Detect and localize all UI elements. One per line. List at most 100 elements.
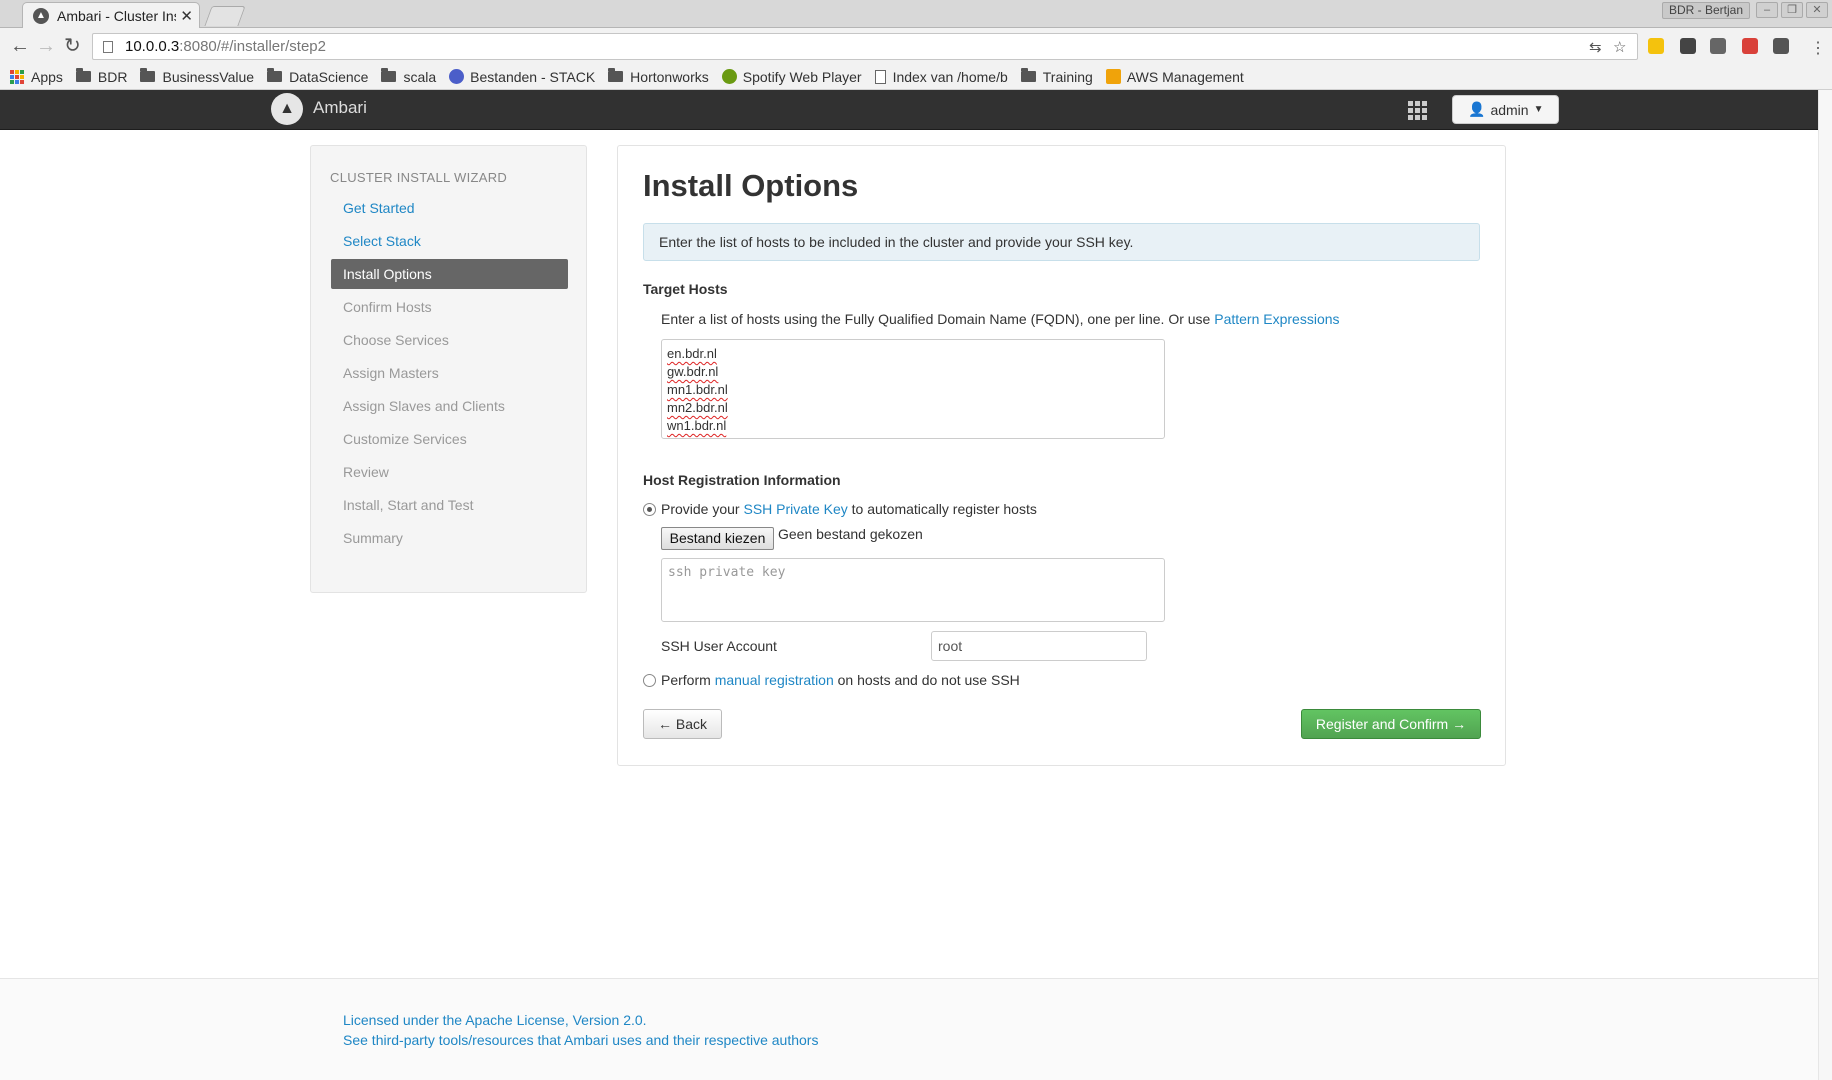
step-confirm-hosts: Confirm Hosts [343, 299, 432, 315]
bookmark-index-home[interactable]: Index van /home/b [874, 69, 1008, 85]
step-install-options[interactable]: Install Options [331, 259, 568, 289]
step-assign-masters: Assign Masters [343, 365, 439, 381]
url-path: :8080/#/installer/step2 [179, 38, 326, 55]
step-summary: Summary [343, 530, 403, 546]
views-grid-icon[interactable] [1408, 101, 1427, 120]
close-tab-icon[interactable]: ✕ [180, 7, 193, 25]
bookmark-bestanden-stack[interactable]: Bestanden - STACK [449, 69, 595, 85]
user-name: admin [1490, 101, 1529, 118]
file-icon [874, 69, 886, 84]
bookmark-datascience[interactable]: DataScience [267, 68, 368, 85]
tab-title: Ambari - Cluster Instal [57, 8, 176, 24]
back-arrow-icon[interactable]: ← [10, 36, 30, 56]
ssh-user-input[interactable]: root [931, 631, 1147, 661]
folder-icon [608, 68, 624, 82]
page-icon [103, 40, 113, 53]
choose-file-button[interactable]: Bestand kiezen [661, 527, 774, 550]
host-registration-title: Host Registration Information [643, 472, 841, 488]
profile-badge[interactable]: BDR - Bertjan [1662, 2, 1751, 19]
bookmark-scala[interactable]: scala [381, 68, 436, 85]
wizard-sidebar: CLUSTER INSTALL WIZARD Get Started Selec… [310, 145, 587, 593]
aws-cube-icon [1105, 69, 1121, 84]
step-review: Review [343, 464, 389, 480]
file-status-text: Geen bestand gekozen [778, 526, 923, 542]
bookmark-hortonworks[interactable]: Hortonworks [608, 68, 709, 85]
third-party-link[interactable]: See third-party tools/resources that Amb… [343, 1032, 818, 1048]
forward-arrow-icon[interactable]: → [36, 36, 56, 56]
mail-extension-icon[interactable] [1710, 38, 1726, 54]
translate-icon[interactable]: ⇆ [1589, 38, 1602, 56]
minimize-icon[interactable]: – [1756, 2, 1778, 18]
folder-icon [267, 68, 283, 82]
host-line: mn1.bdr.nl [667, 382, 728, 397]
folder-icon [140, 68, 156, 82]
user-icon: 👤 [1468, 101, 1486, 117]
license-link[interactable]: Licensed under the Apache License, Versi… [343, 1012, 647, 1028]
ssh-user-label: SSH User Account [661, 638, 777, 654]
page-title: Install Options [643, 168, 859, 203]
step-customize-services: Customize Services [343, 431, 467, 447]
install-options-panel: Install Options Enter the list of hosts … [617, 145, 1506, 766]
page-scrollbar[interactable] [1818, 90, 1832, 1080]
brand-name[interactable]: Ambari [313, 98, 367, 118]
caret-down-icon: ▼ [1533, 104, 1544, 115]
url-host: 10.0.0.3 [125, 38, 180, 55]
step-select-stack[interactable]: Select Stack [331, 226, 568, 256]
bookmark-aws[interactable]: AWS Management [1105, 69, 1244, 85]
bookmark-bdr[interactable]: BDR [75, 68, 127, 85]
bookmarks-bar: Apps BDR BusinessValue DataScience scala… [0, 64, 1832, 90]
target-hosts-textarea[interactable]: en.bdr.nl gw.bdr.nl mn1.bdr.nl mn2.bdr.n… [661, 339, 1165, 439]
pattern-expressions-link[interactable]: Pattern Expressions [1214, 311, 1339, 327]
wizard-heading: CLUSTER INSTALL WIZARD [330, 170, 508, 185]
browser-menu-icon[interactable]: ⋮ [1810, 38, 1826, 58]
spotify-icon [721, 69, 737, 84]
browser-tab-strip: ▲ Ambari - Cluster Instal ✕ BDR - Bertja… [0, 0, 1832, 29]
browser-tab-active[interactable]: ▲ Ambari - Cluster Instal ✕ [22, 2, 200, 29]
extension-icon-5[interactable] [1773, 38, 1789, 54]
extension-icon-4[interactable] [1742, 38, 1758, 54]
folder-icon [1020, 68, 1036, 82]
bookmark-spotify[interactable]: Spotify Web Player [721, 69, 862, 85]
manual-registration-link[interactable]: manual registration [715, 672, 834, 688]
manual-registration-radio[interactable] [643, 674, 656, 687]
address-bar[interactable]: 10.0.0.3:8080/#/installer/step2 [92, 33, 1638, 60]
extension-icon-1[interactable] [1648, 38, 1664, 54]
reload-icon[interactable]: ↻ [64, 36, 81, 56]
step-choose-services: Choose Services [343, 332, 449, 348]
apps-grid-icon [10, 69, 24, 84]
host-line: wn1.bdr.nl [667, 418, 727, 433]
ssh-key-radio[interactable] [643, 503, 656, 516]
folder-icon [75, 68, 91, 82]
manual-registration-option-label: Perform manual registration on hosts and… [661, 672, 1020, 688]
ssh-private-key-link[interactable]: SSH Private Key [743, 501, 847, 517]
wizard-steps: Get Started Select Stack Install Options… [331, 193, 568, 556]
host-line: en.bdr.nl [667, 346, 717, 361]
extension-icon-2[interactable] [1680, 38, 1696, 54]
folder-icon [381, 68, 397, 82]
host-line: mn2.bdr.nl [667, 400, 728, 415]
target-hosts-hint: Enter a list of hosts using the Fully Qu… [661, 311, 1340, 327]
bookmark-star-icon[interactable]: ☆ [1613, 38, 1626, 56]
stack-favicon-icon [449, 69, 465, 84]
ssh-key-option-label: Provide your SSH Private Key to automati… [661, 501, 1037, 517]
bookmark-businessvalue[interactable]: BusinessValue [140, 68, 254, 85]
step-get-started[interactable]: Get Started [331, 193, 568, 223]
bookmark-apps[interactable]: Apps [10, 69, 63, 85]
new-tab-button[interactable] [204, 6, 246, 26]
ssh-private-key-textarea[interactable]: ssh private key [661, 558, 1165, 622]
ambari-navbar: ▲ Ambari 👤 admin ▼ [0, 90, 1818, 130]
ambari-favicon-icon: ▲ [33, 8, 49, 24]
step-install-start-test: Install, Start and Test [343, 497, 474, 513]
host-line: gw.bdr.nl [667, 364, 719, 379]
bookmark-training[interactable]: Training [1020, 68, 1093, 85]
info-alert: Enter the list of hosts to be included i… [643, 223, 1480, 261]
target-hosts-title: Target Hosts [643, 281, 728, 297]
ambari-logo-icon[interactable]: ▲ [271, 93, 303, 125]
user-menu-button[interactable]: 👤 admin ▼ [1452, 95, 1560, 124]
restore-icon[interactable]: ❐ [1781, 2, 1803, 18]
window-close-icon[interactable]: ✕ [1806, 2, 1828, 18]
step-assign-slaves: Assign Slaves and Clients [343, 398, 505, 414]
page-footer: Licensed under the Apache License, Versi… [0, 978, 1818, 1080]
back-button[interactable]: ← Back [643, 709, 722, 739]
register-and-confirm-button[interactable]: Register and Confirm → [1301, 709, 1481, 739]
